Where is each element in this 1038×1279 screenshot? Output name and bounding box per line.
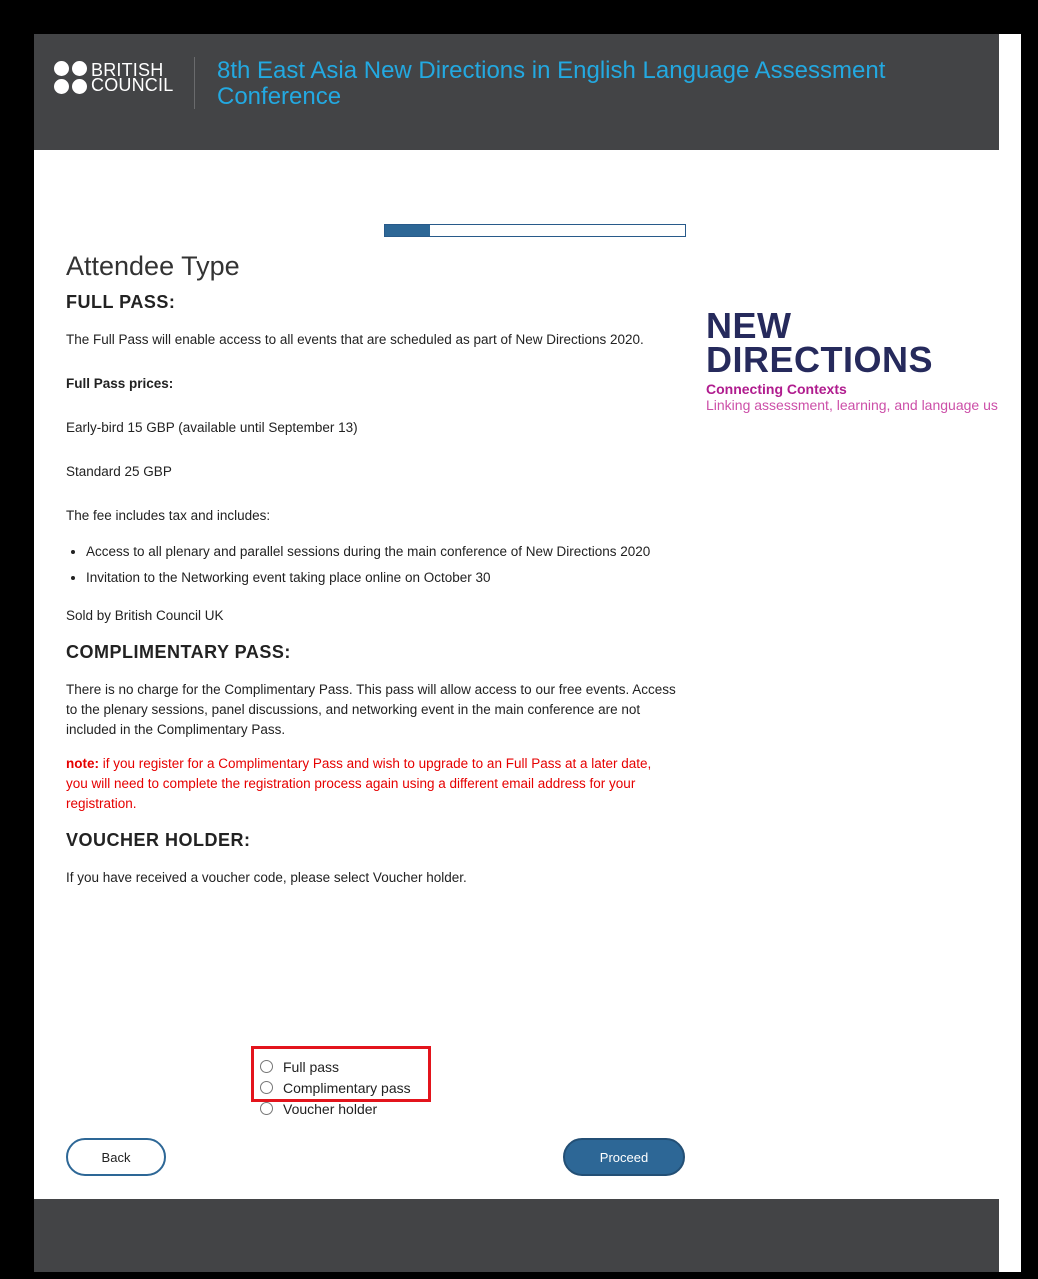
list-item: Access to all plenary and parallel sessi… xyxy=(86,542,676,562)
brand-subtitle: Linking assessment, learning, and langua… xyxy=(706,397,998,413)
back-button[interactable]: Back xyxy=(66,1138,166,1176)
radio-button[interactable] xyxy=(260,1081,273,1094)
voucher-holder-heading: VOUCHER HOLDER: xyxy=(66,830,251,850)
proceed-button[interactable]: Proceed xyxy=(563,1138,685,1176)
voucher-holder-text: If you have received a voucher code, ple… xyxy=(66,870,467,885)
full-pass-intro: The Full Pass will enable access to all … xyxy=(66,332,644,347)
header: BRITISH COUNCIL 8th East Asia New Direct… xyxy=(34,34,999,150)
radio-button[interactable] xyxy=(260,1060,273,1073)
full-pass-benefits-list: Access to all plenary and parallel sessi… xyxy=(66,542,676,588)
complimentary-pass-heading: COMPLIMENTARY PASS: xyxy=(66,642,291,662)
british-council-logo[interactable]: BRITISH COUNCIL xyxy=(54,61,173,94)
header-divider xyxy=(194,57,195,109)
attendee-type-radio-group: Full pass Complimentary pass Voucher hol… xyxy=(260,1056,411,1119)
radio-voucher-holder[interactable]: Voucher holder xyxy=(260,1098,411,1119)
radio-full-pass[interactable]: Full pass xyxy=(260,1056,411,1077)
progress-fill xyxy=(385,225,430,236)
full-pass-heading: FULL PASS: xyxy=(66,292,176,312)
brand-tagline: Connecting Contexts xyxy=(706,381,847,397)
right-edge xyxy=(999,34,1021,1272)
progress-bar xyxy=(384,224,686,237)
sold-by-text: Sold by British Council UK xyxy=(66,608,224,623)
note-label: note: xyxy=(66,756,99,771)
radio-button[interactable] xyxy=(260,1102,273,1115)
standard-price: Standard 25 GBP xyxy=(66,464,172,479)
logo-line2: COUNCIL xyxy=(91,74,174,95)
conference-title: 8th East Asia New Directions in English … xyxy=(217,57,886,110)
fee-includes-text: The fee includes tax and includes: xyxy=(66,508,271,523)
radio-label: Voucher holder xyxy=(283,1100,378,1117)
main-content: Attendee Type FULL PASS: The Full Pass w… xyxy=(66,248,676,912)
complimentary-pass-text: There is no charge for the Complimentary… xyxy=(66,682,676,737)
note-body: if you register for a Complimentary Pass… xyxy=(66,756,652,811)
new-directions-logo: NEW DIRECTIONS Connecting Contexts Linki… xyxy=(706,305,998,414)
footer xyxy=(34,1199,999,1272)
page-title: Attendee Type xyxy=(66,251,240,281)
list-item: Invitation to the Networking event takin… xyxy=(86,568,676,588)
brand-line2: DIRECTIONS xyxy=(706,339,934,380)
logo-dots-icon xyxy=(54,61,87,94)
page: BRITISH COUNCIL 8th East Asia New Direct… xyxy=(34,34,1021,1272)
brand-line1: NEW xyxy=(706,305,792,346)
early-bird-price: Early-bird 15 GBP (available until Septe… xyxy=(66,420,358,435)
radio-complimentary-pass[interactable]: Complimentary pass xyxy=(260,1077,411,1098)
radio-label: Full pass xyxy=(283,1058,340,1075)
note-text: note: if you register for a Complimentar… xyxy=(66,754,676,814)
radio-label: Complimentary pass xyxy=(283,1079,411,1096)
full-pass-prices-label: Full Pass prices: xyxy=(66,376,174,391)
